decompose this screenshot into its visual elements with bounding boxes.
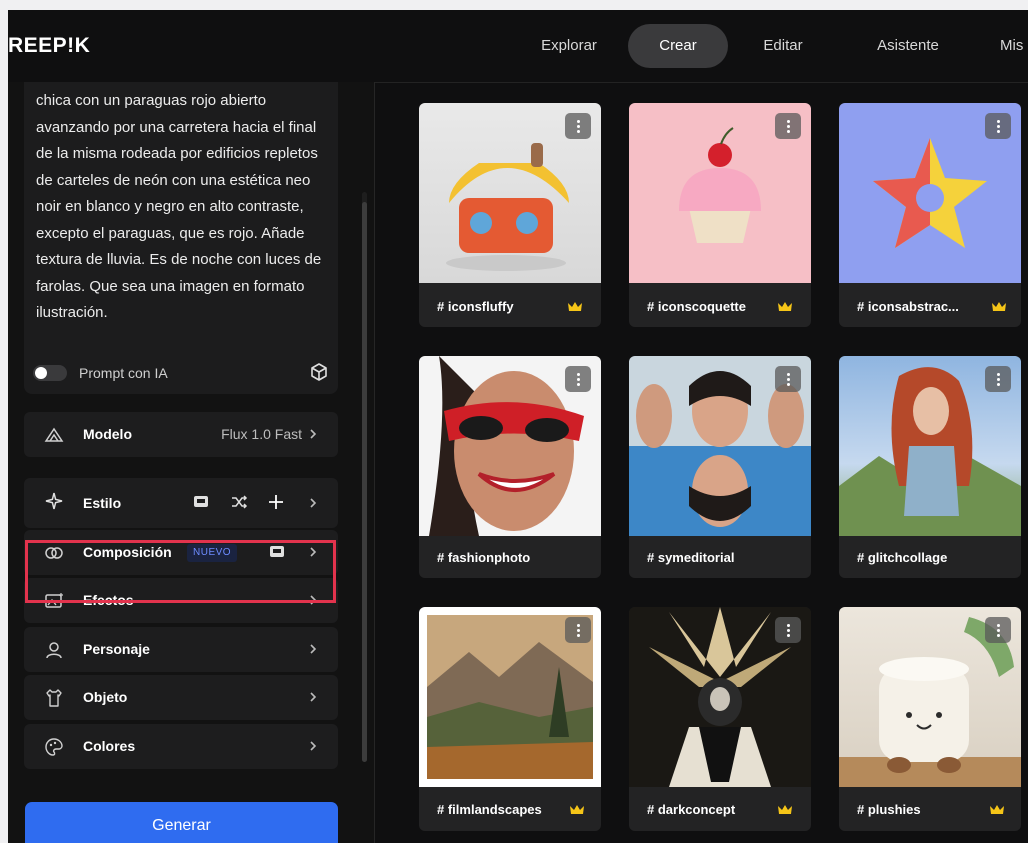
gallery-card[interactable]: # symeditorial xyxy=(629,356,811,578)
nav-mis[interactable]: Mis xyxy=(1000,24,1028,68)
premium-crown-icon xyxy=(570,805,584,814)
setting-label: Personaje xyxy=(83,641,150,657)
more-options-icon[interactable] xyxy=(985,617,1011,643)
gallery-card[interactable]: # iconsabstrac... xyxy=(839,103,1021,327)
setting-label: Modelo xyxy=(83,426,132,442)
setting-objeto[interactable]: Objeto xyxy=(24,675,338,720)
prompt-text[interactable]: chica con un paraguas rojo abierto avanz… xyxy=(36,88,332,327)
tag-label: # iconsfluffy xyxy=(437,299,514,314)
nav-editar[interactable]: Editar xyxy=(738,24,828,68)
premium-crown-icon xyxy=(990,805,1004,814)
tag-label: # iconscoquette xyxy=(647,299,746,314)
more-options-icon[interactable] xyxy=(775,113,801,139)
more-options-icon[interactable] xyxy=(565,366,591,392)
setting-modelo[interactable]: Modelo Flux 1.0 Fast xyxy=(24,412,338,457)
model-icon xyxy=(44,427,64,442)
model-value: Flux 1.0 Fast xyxy=(221,426,302,442)
shuffle-icon[interactable] xyxy=(229,492,249,512)
chevron-right-icon xyxy=(310,741,317,751)
tag-label: # iconsabstrac... xyxy=(857,299,959,314)
tag-label: # fashionphoto xyxy=(437,550,531,565)
nav-asistente[interactable]: Asistente xyxy=(848,24,968,68)
cube-icon[interactable] xyxy=(309,362,329,382)
app-window: REEP!K Explorar Crear Editar Asistente M… xyxy=(8,10,1028,843)
more-options-icon[interactable] xyxy=(565,113,591,139)
toggle-knob xyxy=(35,367,47,379)
tag-label: # darkconcept xyxy=(647,802,736,817)
image-style-icon[interactable] xyxy=(191,492,211,512)
prompt-box[interactable]: chica con un paraguas rojo abierto avanz… xyxy=(24,82,338,394)
tag-label: # symeditorial xyxy=(647,550,735,565)
ai-prompt-toggle[interactable] xyxy=(33,365,67,381)
scrollbar-thumb[interactable] xyxy=(362,202,367,762)
premium-crown-icon xyxy=(992,302,1006,311)
setting-estilo[interactable]: Estilo xyxy=(24,478,338,528)
chevron-right-icon xyxy=(310,644,317,654)
chevron-right-icon[interactable] xyxy=(306,494,320,512)
more-options-icon[interactable] xyxy=(775,617,801,643)
style-sparkle-icon xyxy=(45,492,63,510)
generate-button[interactable]: Generar xyxy=(25,802,338,843)
ai-prompt-label: Prompt con IA xyxy=(79,365,168,381)
setting-label: Colores xyxy=(83,738,136,754)
object-shirt-icon xyxy=(46,689,62,707)
tag-label: # plushies xyxy=(857,802,921,817)
chevron-right-icon xyxy=(310,429,317,439)
setting-personaje[interactable]: Personaje xyxy=(24,627,338,672)
gallery-card[interactable]: # filmlandscapes xyxy=(419,607,601,831)
premium-crown-icon xyxy=(778,805,792,814)
gallery-card[interactable]: # iconscoquette xyxy=(629,103,811,327)
brand-logo[interactable]: REEP!K xyxy=(8,34,90,58)
gallery-card[interactable]: # iconsfluffy xyxy=(419,103,601,327)
estilo-highlight-box xyxy=(25,540,336,603)
more-options-icon[interactable] xyxy=(565,617,591,643)
tag-label: # filmlandscapes xyxy=(437,802,542,817)
settings-panel: chica con un paraguas rojo abierto avanz… xyxy=(8,82,375,843)
gallery-card[interactable]: # plushies xyxy=(839,607,1021,831)
gallery-card[interactable]: # fashionphoto xyxy=(419,356,601,578)
setting-label: Estilo xyxy=(83,495,122,511)
tag-label: # glitchcollage xyxy=(857,550,948,565)
nav-explorar[interactable]: Explorar xyxy=(514,24,624,68)
top-navigation: REEP!K Explorar Crear Editar Asistente M… xyxy=(8,10,1028,83)
add-icon[interactable] xyxy=(266,492,286,512)
premium-crown-icon xyxy=(778,302,792,311)
person-icon xyxy=(46,642,62,659)
setting-label: Objeto xyxy=(83,689,128,705)
more-options-icon[interactable] xyxy=(985,113,1011,139)
gallery-card[interactable]: # glitchcollage xyxy=(839,356,1021,578)
premium-crown-icon xyxy=(568,302,582,311)
palette-icon xyxy=(45,738,63,756)
setting-colores[interactable]: Colores xyxy=(24,724,338,769)
nav-crear[interactable]: Crear xyxy=(628,24,728,68)
gallery-card[interactable]: # darkconcept xyxy=(629,607,811,831)
more-options-icon[interactable] xyxy=(775,366,801,392)
more-options-icon[interactable] xyxy=(985,366,1011,392)
chevron-right-icon xyxy=(310,692,317,702)
